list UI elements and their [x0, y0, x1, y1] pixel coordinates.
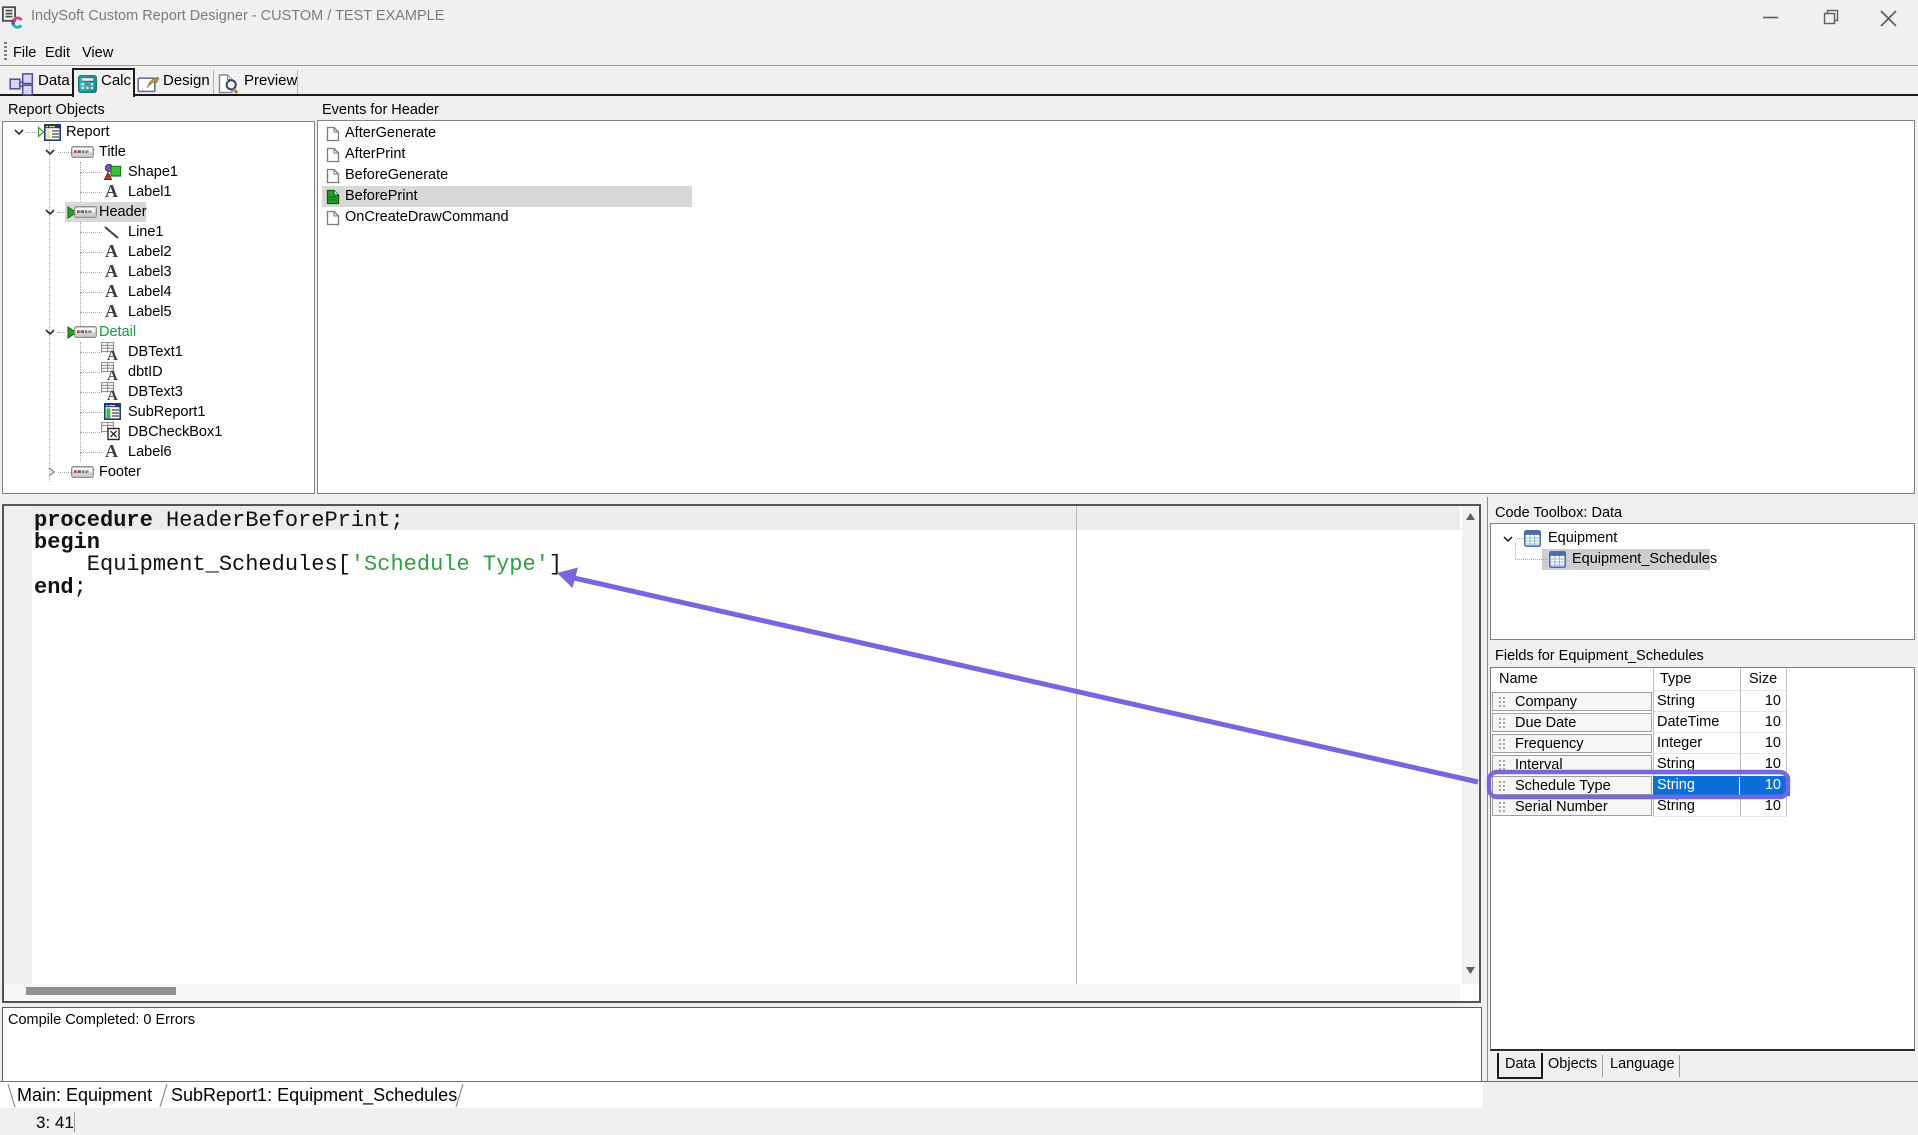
svg-text:A: A	[107, 368, 118, 382]
svg-text:A: A	[107, 348, 118, 362]
svg-text:A: A	[107, 388, 118, 402]
